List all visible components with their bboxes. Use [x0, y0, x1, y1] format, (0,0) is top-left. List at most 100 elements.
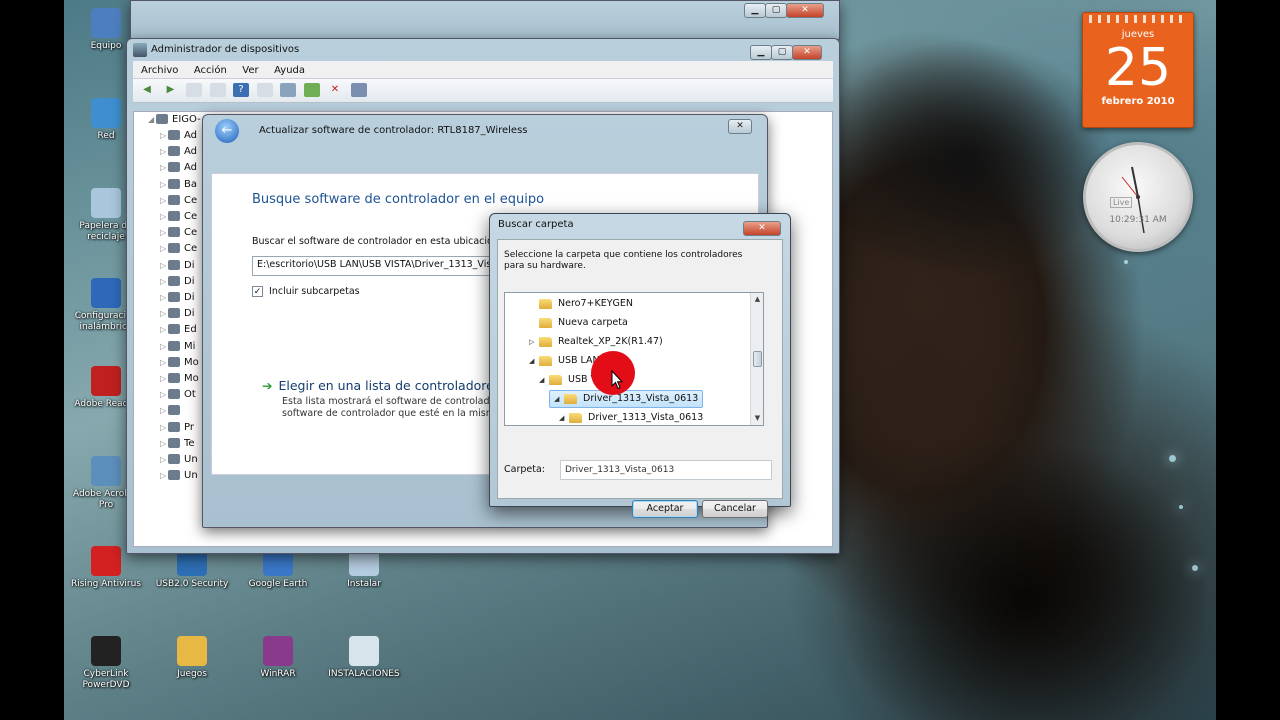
update-driver-icon[interactable]	[303, 83, 320, 97]
expand-icon[interactable]: ▷	[160, 423, 168, 432]
expand-icon[interactable]: ▷	[160, 390, 168, 399]
device-category[interactable]: ▷ Di	[160, 292, 194, 303]
expand-icon[interactable]: ▷	[160, 293, 168, 302]
expand-icon[interactable]: ◢	[148, 115, 156, 124]
help-icon[interactable]: ?	[233, 83, 249, 97]
expand-icon[interactable]: ▷	[160, 228, 168, 237]
device-category[interactable]: ▷ Ad	[160, 146, 197, 157]
uninstall-icon[interactable]: ✕	[327, 83, 343, 97]
maximize-button[interactable]: ▢	[771, 45, 793, 60]
device-category[interactable]: ▷	[160, 405, 184, 416]
desktop-icon[interactable]: Juegos	[152, 636, 232, 680]
device-category[interactable]: ▷ Mo	[160, 356, 199, 368]
forward-icon[interactable]: ▶	[163, 83, 179, 97]
properties-icon[interactable]	[209, 83, 226, 97]
expand-icon[interactable]: ▷	[160, 439, 168, 448]
menu-ver[interactable]: Ver	[242, 65, 258, 76]
expand-icon[interactable]: ▷	[160, 244, 168, 253]
minimize-button[interactable]: ▁	[750, 45, 772, 60]
device-manager-titlebar[interactable]: Administrador de dispositivos ▁ ▢ ✕	[127, 39, 839, 61]
device-category[interactable]: ▷ Un	[160, 470, 198, 481]
device-category[interactable]: ▷ Ce	[160, 227, 197, 238]
device-category[interactable]: ▷ Pr	[160, 421, 194, 433]
accept-button[interactable]: Aceptar	[632, 500, 698, 518]
close-button[interactable]: ✕	[728, 119, 752, 134]
device-category[interactable]: ▷ Ce	[160, 194, 197, 206]
device-category[interactable]: ▷ Ce	[160, 243, 197, 254]
disable-icon[interactable]	[350, 83, 367, 97]
scroll-thumb[interactable]	[753, 351, 762, 367]
device-category[interactable]: ▷ Ot	[160, 389, 196, 400]
back-icon[interactable]: ◀	[139, 83, 155, 97]
cancel-button[interactable]: Cancelar	[702, 500, 768, 518]
desktop-icon[interactable]: CyberLink PowerDVD	[66, 636, 146, 691]
folder-expander-icon[interactable]: ◢	[529, 352, 539, 370]
menu-ayuda[interactable]: Ayuda	[274, 65, 305, 76]
browse-folder-dialog[interactable]: Buscar carpeta ✕ Seleccione la carpeta q…	[489, 213, 791, 518]
expand-icon[interactable]: ▷	[160, 196, 168, 205]
scan-hardware-icon[interactable]	[280, 83, 296, 97]
expand-icon[interactable]: ▷	[160, 406, 168, 415]
device-category[interactable]: ▷ Ed	[160, 324, 197, 335]
scroll-down-icon[interactable]: ▼	[751, 412, 763, 425]
folder-item[interactable]: Nero7+KEYGEN	[529, 295, 633, 313]
device-category[interactable]: ▷ Ad	[160, 130, 197, 141]
scroll-up-icon[interactable]: ▲	[751, 293, 763, 306]
expand-icon[interactable]: ▷	[160, 180, 168, 189]
maximize-button[interactable]: ▢	[765, 3, 787, 18]
folder-expander-icon[interactable]: ◢	[554, 391, 564, 407]
close-button[interactable]: ✕	[792, 45, 822, 60]
device-category[interactable]: ▷ Te	[160, 437, 195, 449]
driver-path-input[interactable]: E:\escritorio\USB LAN\USB VISTA\Driver_1…	[252, 256, 512, 276]
expand-icon[interactable]: ▷	[160, 325, 168, 334]
close-button[interactable]: ✕	[786, 3, 824, 18]
desktop-icon[interactable]: WinRAR	[238, 636, 318, 680]
back-arrow-icon[interactable]: ←	[215, 119, 239, 143]
close-button[interactable]: ✕	[743, 221, 781, 236]
choose-from-list-link[interactable]: ➔ Elegir en una lista de controladores	[262, 378, 500, 393]
expand-icon[interactable]: ▷	[160, 358, 168, 367]
expand-icon[interactable]: ▷	[160, 131, 168, 140]
clock-gadget[interactable]: Live 10:29:31 AM	[1083, 142, 1193, 252]
folder-item[interactable]: ◢ Driver_1313_Vista_0613	[559, 409, 703, 425]
desktop-icon[interactable]: INSTALACIONES	[324, 636, 404, 680]
device-category[interactable]: ▷ Ba	[160, 178, 197, 190]
calendar-gadget[interactable]: jueves 25 febrero 2010	[1082, 12, 1194, 128]
expand-icon[interactable]: ▷	[160, 163, 168, 172]
folder-expander-icon[interactable]: ▷	[529, 333, 539, 351]
device-category[interactable]: ▷ Di	[160, 259, 194, 271]
expand-icon[interactable]: ▷	[160, 212, 168, 221]
include-subfolders-row[interactable]: ✓ Incluir subcarpetas	[252, 286, 360, 297]
expand-icon[interactable]: ▷	[160, 342, 168, 351]
folder-expander-icon[interactable]: ◢	[539, 371, 549, 389]
expand-icon[interactable]: ▷	[160, 471, 168, 480]
background-window[interactable]: ▁ ▢ ✕	[130, 0, 840, 40]
tree-root[interactable]: ◢ EIGO-	[148, 114, 201, 125]
folder-input[interactable]: Driver_1313_Vista_0613	[560, 460, 772, 480]
show-hide-tree-icon[interactable]	[186, 83, 202, 97]
folder-item[interactable]: ▷ Realtek_XP_2K(R1.47)	[529, 333, 663, 351]
device-category[interactable]: ▷ Mo	[160, 373, 199, 384]
expand-icon[interactable]: ▷	[160, 261, 168, 270]
device-category[interactable]: ▷ Di	[160, 275, 194, 287]
device-category[interactable]: ▷ Ce	[160, 211, 197, 222]
expand-icon[interactable]: ▷	[160, 309, 168, 318]
expand-icon[interactable]: ▷	[160, 147, 168, 156]
folder-tree-scrollbar[interactable]: ▲ ▼	[750, 293, 763, 425]
device-category[interactable]: ▷ Un	[160, 454, 198, 465]
browse-dialog-titlebar[interactable]: Buscar carpeta ✕	[490, 214, 790, 236]
minimize-button[interactable]: ▁	[744, 3, 766, 18]
menu-archivo[interactable]: Archivo	[141, 65, 178, 76]
device-category[interactable]: ▷ Mi	[160, 340, 195, 352]
expand-icon[interactable]: ▷	[160, 277, 168, 286]
folder-item[interactable]: ◢ Driver_1313_Vista_0613	[549, 390, 704, 408]
menu-accion[interactable]: Acción	[194, 65, 227, 76]
device-category[interactable]: ▷ Di	[160, 308, 194, 319]
folder-item[interactable]: ◢ USB LAN	[529, 352, 600, 370]
folder-tree[interactable]: Nero7+KEYGEN Nueva carpeta ▷ Realtek_XP_2K(…	[504, 292, 764, 426]
expand-icon[interactable]: ▷	[160, 455, 168, 464]
folder-expander-icon[interactable]: ◢	[559, 409, 569, 425]
view-icon[interactable]	[256, 83, 273, 97]
include-subfolders-checkbox[interactable]: ✓	[252, 286, 263, 297]
device-category[interactable]: ▷ Ad	[160, 162, 197, 173]
